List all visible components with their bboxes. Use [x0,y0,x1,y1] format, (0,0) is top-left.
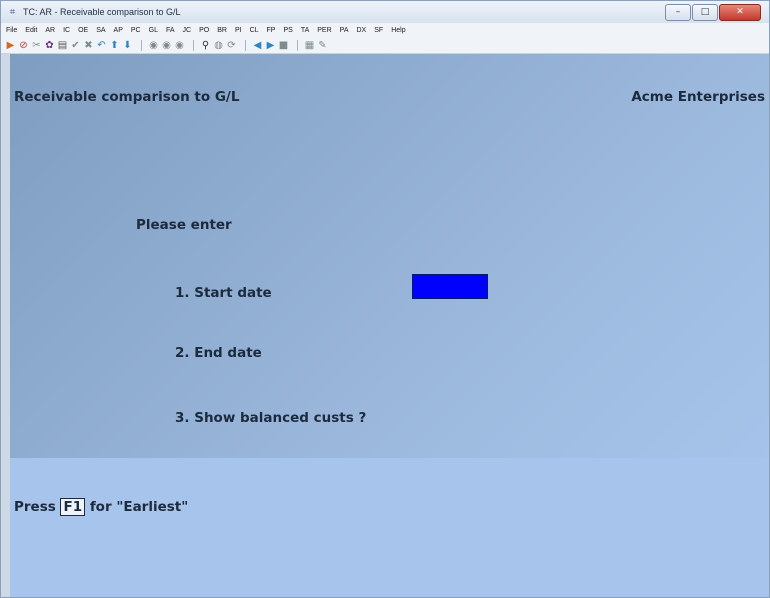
app-icon[interactable]: ⌗ [6,6,19,19]
menu-item-ic[interactable]: IC [63,27,70,34]
menu-item-oe[interactable]: OE [78,27,88,34]
menu-item-ar[interactable]: AR [45,27,55,34]
f1-key-hint[interactable]: F1 [60,498,86,516]
undo-icon[interactable]: ↶ [96,40,107,52]
message-prefix: Press [14,499,56,515]
menu-item-fp[interactable]: FP [267,27,276,34]
menu-item-po[interactable]: PO [199,27,209,34]
field-label-start-date: 1. Start date [175,285,272,301]
menu-item-sf[interactable]: SF [374,27,383,34]
menu-bar: File Edit AR IC OE SA AP PC GL FA JC PO BR PI CL FP PS TA… [1,23,769,38]
check-icon[interactable]: ✔ [70,40,81,52]
close-button[interactable]: ✕ [719,4,761,21]
help-message: Press F1 for "Earliest" [14,498,188,516]
menu-item-ap[interactable]: AP [114,27,123,34]
message-area: Press F1 for "Earliest" [10,458,769,597]
menu-item-per[interactable]: PER [317,27,331,34]
field-label-show-balanced-custs: 3. Show balanced custs ? [175,410,367,426]
stop-icon[interactable]: ⊘ [18,40,29,52]
toolbar-separator [193,40,194,51]
menu-item-cl[interactable]: CL [250,27,259,34]
toolbar: ▶ ⊘ ✂ ✿ ▤ ✔ ✖ ↶ ⬆ ⬇ ◉ ◉ ◉ ⚲ ◍ ⟳ ◀ ▶ ■ ▦ ✎ [1,38,769,54]
next-icon[interactable]: ▶ [265,40,276,52]
menu-item-help[interactable]: Help [391,27,405,34]
record-2-icon[interactable]: ◉ [161,40,172,52]
toolbar-separator [141,40,142,51]
record-3-icon[interactable]: ◉ [174,40,185,52]
menu-item-fa[interactable]: FA [166,27,175,34]
menu-item-gl[interactable]: GL [149,27,158,34]
menu-item-file[interactable]: File [6,27,17,34]
title-bar[interactable]: ⌗ TC: AR - Receivable comparison to G/L … [1,1,769,23]
message-suffix: for "Earliest" [89,499,189,515]
run-icon[interactable]: ▶ [5,40,16,52]
left-border [1,54,10,597]
start-date-input[interactable] [412,274,488,299]
menu-item-ta[interactable]: TA [301,27,309,34]
notes-icon[interactable]: ✎ [317,40,328,52]
menu-item-pi[interactable]: PI [235,27,242,34]
up-arrow-icon[interactable]: ⬆ [109,40,120,52]
application-window: ⌗ TC: AR - Receivable comparison to G/L … [0,0,770,598]
minimize-button[interactable]: – [665,4,691,21]
screen-heading: Receivable comparison to G/L [14,89,240,105]
settings-icon[interactable]: ✿ [44,40,55,52]
toolbar-separator [245,40,246,51]
menu-item-ps[interactable]: PS [283,27,292,34]
company-name: Acme Enterprises [631,89,765,105]
cut-icon[interactable]: ✂ [31,40,42,52]
window-controls: – □ ✕ [664,4,761,21]
prompt-text: Please enter [136,217,232,233]
menu-item-pc[interactable]: PC [131,27,141,34]
zoom-icon[interactable]: ◍ [213,40,224,52]
find-icon[interactable]: ⚲ [200,40,211,52]
record-1-icon[interactable]: ◉ [148,40,159,52]
maximize-button[interactable]: □ [692,4,718,21]
window-title: TC: AR - Receivable comparison to G/L [23,7,181,17]
print-icon[interactable]: ▤ [57,40,68,52]
refresh-icon[interactable]: ⟳ [226,40,237,52]
screen-area: Receivable comparison to G/L Acme Enterp… [10,54,769,597]
menu-item-sa[interactable]: SA [96,27,105,34]
down-arrow-icon[interactable]: ⬇ [122,40,133,52]
delete-icon[interactable]: ✖ [83,40,94,52]
menu-item-jc[interactable]: JC [183,27,192,34]
menu-item-dx[interactable]: DX [357,27,367,34]
menu-item-br[interactable]: BR [217,27,227,34]
previous-icon[interactable]: ◀ [252,40,263,52]
menu-item-edit[interactable]: Edit [25,27,37,34]
stop-record-icon[interactable]: ■ [278,40,289,52]
calculator-icon[interactable]: ▦ [304,40,315,52]
field-label-end-date: 2. End date [175,345,262,361]
toolbar-separator [297,40,298,51]
menu-item-pa[interactable]: PA [340,27,349,34]
